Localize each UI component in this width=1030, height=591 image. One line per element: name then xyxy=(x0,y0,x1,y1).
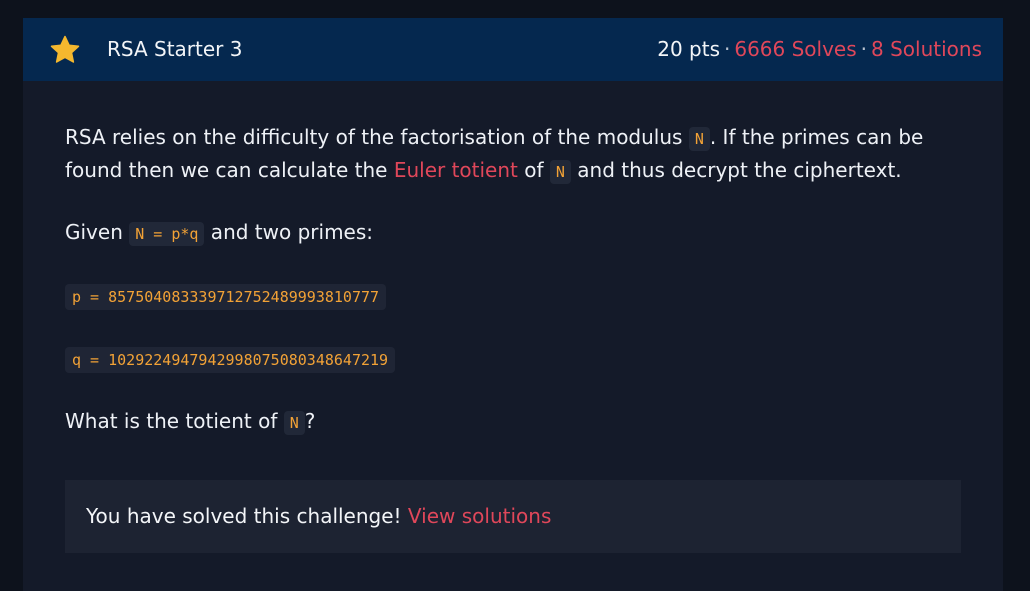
challenge-header: RSA Starter 3 20 pts · 6666 Solves · 8 Solut… xyxy=(23,18,1003,81)
inline-code-equation: N = p*q xyxy=(129,222,205,246)
description-paragraph-2: Given N = p*q and two primes: xyxy=(65,217,373,250)
text: Given xyxy=(65,220,130,244)
text: RSA relies on the difficulty of the fact… xyxy=(65,125,689,149)
prime-q-code: q = 1029224947942998075080348647219 xyxy=(65,347,396,373)
text: and thus decrypt the ciphertext. xyxy=(570,158,902,182)
challenge-meta: 20 pts · 6666 Solves · 8 Solutions xyxy=(657,37,982,61)
text: found then we can calculate the xyxy=(65,158,394,182)
star-icon[interactable] xyxy=(49,34,81,66)
text: ? xyxy=(304,409,316,433)
view-solutions-link[interactable]: View solutions xyxy=(408,504,551,528)
solves-link[interactable]: 6666 Solves xyxy=(734,37,856,61)
question-paragraph: What is the totient of N? xyxy=(65,406,315,439)
text: of xyxy=(517,158,550,182)
challenge-title: RSA Starter 3 xyxy=(107,37,243,61)
text: . If the primes can be xyxy=(709,125,924,149)
meta-separator: · xyxy=(723,37,731,61)
challenge-card: RSA Starter 3 20 pts · 6666 Solves · 8 Solut… xyxy=(23,18,1003,591)
meta-separator: · xyxy=(860,37,868,61)
prime-p-code: p = 857504083339712752489993810777 xyxy=(65,284,387,310)
text: You have solved this challenge! xyxy=(86,504,408,528)
solved-banner: You have solved this challenge! View sol… xyxy=(65,480,961,553)
text: and two primes: xyxy=(204,220,374,244)
euler-totient-link[interactable]: Euler totient xyxy=(394,158,518,182)
inline-code-n: N xyxy=(549,160,571,184)
inline-code-n: N xyxy=(688,127,710,151)
points-label: 20 pts xyxy=(657,37,720,61)
inline-code-n: N xyxy=(283,411,305,435)
solved-message: You have solved this challenge! View sol… xyxy=(86,504,551,528)
text: What is the totient of xyxy=(65,409,284,433)
description-paragraph-1: RSA relies on the difficulty of the fact… xyxy=(65,122,923,188)
solutions-link[interactable]: 8 Solutions xyxy=(871,37,982,61)
